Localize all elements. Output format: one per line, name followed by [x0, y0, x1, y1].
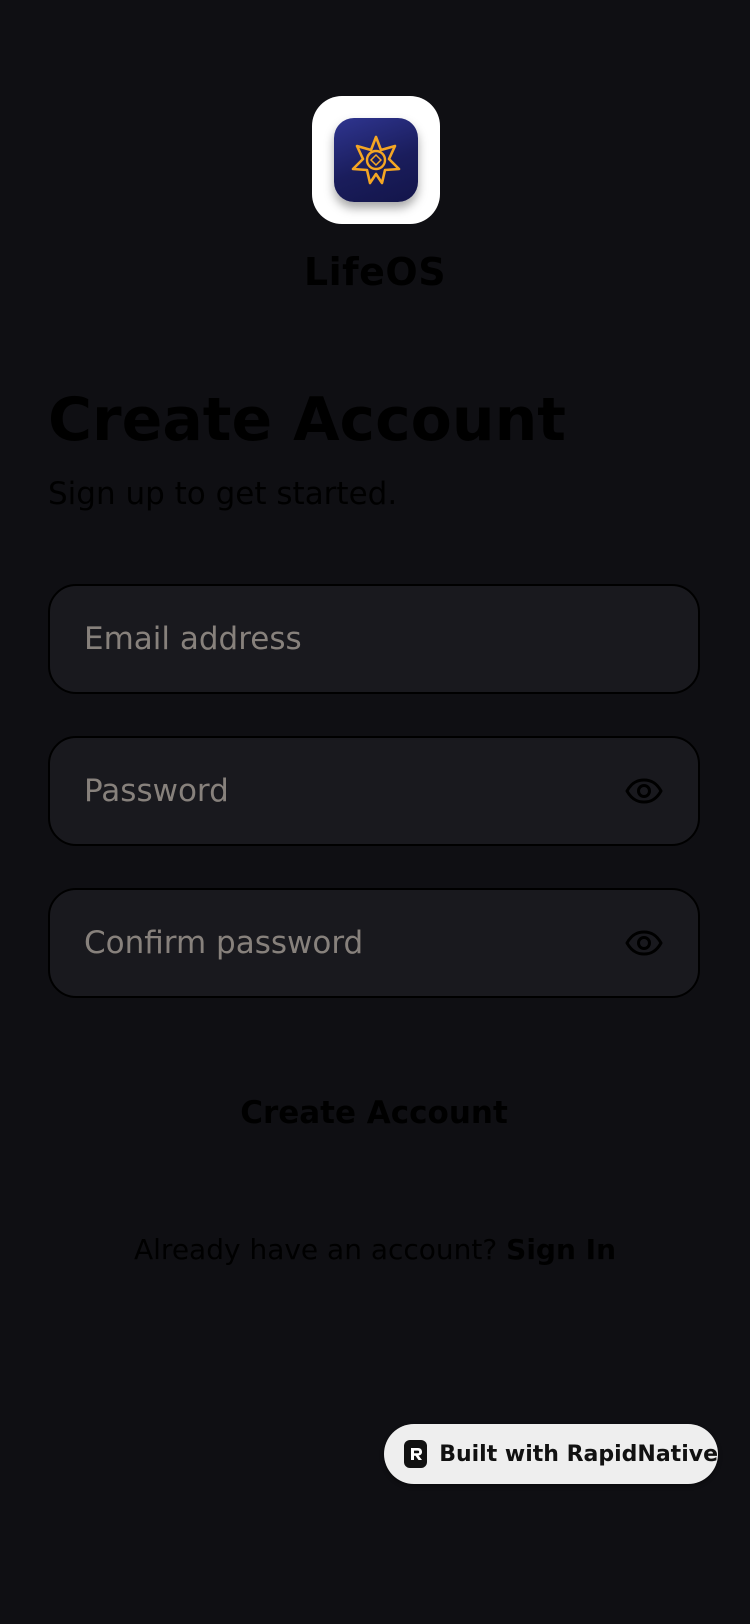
built-with-rapidnative-badge[interactable]: Built with RapidNative: [384, 1424, 718, 1484]
rapidnative-logo-icon: [404, 1440, 428, 1468]
eye-icon: [625, 778, 663, 804]
create-account-button[interactable]: Create Account: [48, 1078, 700, 1148]
signin-prompt-row: Already have an account? Sign In: [0, 1233, 750, 1266]
signin-prompt-text: Already have an account?: [133, 1233, 498, 1266]
rapidnative-glyph: [410, 1448, 422, 1460]
star-emblem-icon: [351, 135, 401, 185]
password-visibility-toggle[interactable]: [624, 771, 664, 811]
eye-icon: [625, 930, 663, 956]
confirm-password-input[interactable]: [84, 925, 624, 961]
page-subtitle: Sign up to get started.: [48, 476, 398, 512]
email-field[interactable]: [48, 584, 700, 694]
app-logo-inner: [334, 118, 418, 202]
email-input[interactable]: [84, 621, 664, 657]
page-title: Create Account: [48, 385, 566, 455]
badge-label: Built with RapidNative: [439, 1441, 718, 1467]
app-logo: [312, 96, 440, 224]
confirm-password-field[interactable]: [48, 888, 700, 998]
app-name: LifeOS: [303, 250, 447, 294]
password-input[interactable]: [84, 773, 624, 809]
password-field[interactable]: [48, 736, 700, 846]
create-account-screen: LifeOS Create Account Sign up to get sta…: [0, 0, 750, 1624]
confirm-password-visibility-toggle[interactable]: [624, 923, 664, 963]
sign-in-link[interactable]: Sign In: [506, 1233, 616, 1266]
